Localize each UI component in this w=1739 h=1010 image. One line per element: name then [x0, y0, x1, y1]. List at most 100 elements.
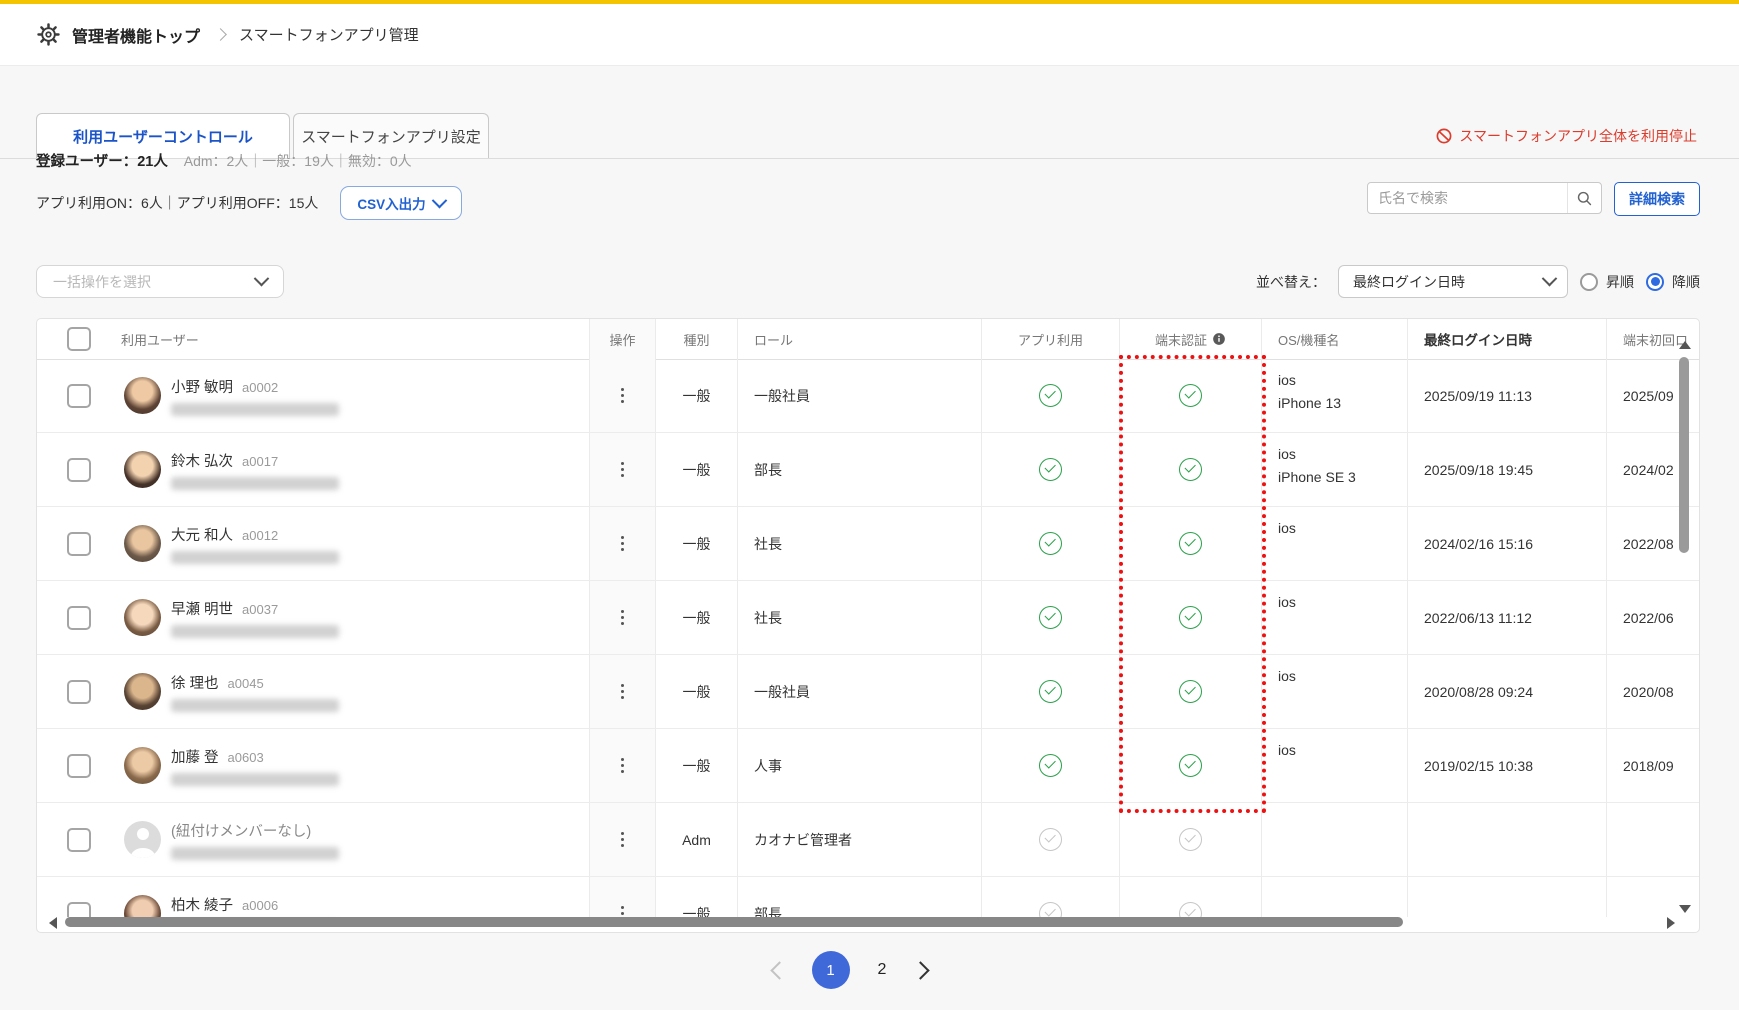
- avatar: [124, 599, 161, 636]
- col-type: 種別: [655, 319, 737, 359]
- user-code: a0002: [242, 380, 278, 395]
- sort-asc-label: 昇順: [1606, 272, 1634, 292]
- user-name: 大元 和人: [171, 528, 233, 544]
- user-table-card: 利用ユーザー 操作 種別 ロール アプリ利用 端末認証 OS/機種名 最終ログイ…: [36, 318, 1700, 933]
- scroll-left-arrow[interactable]: [49, 917, 57, 929]
- pagination-page-1[interactable]: 1: [812, 951, 850, 989]
- app-use-check-icon: [1039, 754, 1062, 777]
- row-checkbox[interactable]: [67, 828, 91, 852]
- avatar: [124, 525, 161, 562]
- kebab-menu-icon[interactable]: [613, 381, 633, 410]
- row-checkbox[interactable]: [67, 532, 91, 556]
- scroll-down-arrow[interactable]: [1679, 905, 1691, 913]
- user-name: 柏木 綾子: [171, 898, 233, 914]
- kebab-menu-icon[interactable]: [613, 677, 633, 706]
- registered-stats: 登録ユーザー：21人 Adm：2人｜一般：19人｜無効：0人: [36, 150, 412, 171]
- app-use-check-icon: [1039, 458, 1062, 481]
- csv-export-button[interactable]: CSV入出力: [340, 186, 461, 220]
- masked-email: [171, 477, 339, 490]
- col-user: 利用ユーザー: [121, 319, 589, 359]
- chevron-down-icon: [431, 192, 447, 208]
- vertical-scrollbar-thumb[interactable]: [1679, 357, 1689, 553]
- last-login: [1407, 803, 1606, 876]
- os-name: ios: [1278, 520, 1296, 536]
- sort-desc-radio[interactable]: [1646, 273, 1664, 291]
- user-type: 一般: [655, 507, 737, 580]
- row-checkbox[interactable]: [67, 680, 91, 704]
- user-code: a0037: [242, 602, 278, 617]
- avatar-placeholder: [124, 821, 161, 858]
- user-role: 人事: [737, 729, 981, 802]
- chevron-down-icon: [1542, 271, 1558, 287]
- table-body: 小野 敏明a0002 一般 一般社員 iosiPhone 13 2025/09/…: [37, 359, 1699, 917]
- user-type: 一般: [655, 433, 737, 506]
- sort-asc-radio[interactable]: [1580, 273, 1598, 291]
- kebab-menu-icon[interactable]: [613, 751, 633, 780]
- user-type: 一般: [655, 729, 737, 802]
- sort-key-select[interactable]: 最終ログイン日時: [1338, 265, 1568, 298]
- row-checkbox[interactable]: [67, 754, 91, 778]
- kebab-menu-icon[interactable]: [613, 529, 633, 558]
- last-login: 2025/09/19 11:13: [1407, 359, 1606, 432]
- breadcrumb-current: スマートフォンアプリ管理: [239, 24, 419, 45]
- user-code: a0006: [242, 898, 278, 913]
- table-row: 小野 敏明a0002 一般 一般社員 iosiPhone 13 2025/09/…: [37, 359, 1699, 433]
- advanced-search-button[interactable]: 詳細検索: [1614, 182, 1700, 216]
- pagination-prev-icon[interactable]: [770, 961, 788, 979]
- search-icon[interactable]: [1567, 183, 1601, 213]
- breadcrumb-separator-icon: [214, 28, 227, 41]
- sort-key-value: 最終ログイン日時: [1353, 272, 1465, 292]
- select-all-checkbox[interactable]: [67, 327, 91, 351]
- device-auth-check-icon: [1179, 532, 1202, 555]
- last-login: 2020/08/28 09:24: [1407, 655, 1606, 728]
- row-checkbox[interactable]: [67, 606, 91, 630]
- row-checkbox[interactable]: [67, 458, 91, 482]
- avatar: [124, 377, 161, 414]
- avatar: [124, 747, 161, 784]
- name-search: [1367, 182, 1602, 214]
- device-auth-check-icon: [1179, 458, 1202, 481]
- registered-count: 登録ユーザー：21人: [36, 154, 168, 170]
- search-input[interactable]: [1368, 190, 1567, 206]
- avatar: [124, 673, 161, 710]
- col-role: ロール: [737, 319, 981, 359]
- user-role: 部長: [737, 877, 981, 917]
- sort-label: 並べ替え：: [1256, 272, 1326, 292]
- col-actions: 操作: [589, 319, 655, 359]
- usage-stats-row: アプリ利用ON：6人｜アプリ利用OFF：15人 CSV入出力: [36, 186, 462, 220]
- main-area: 利用ユーザーコントロール スマートフォンアプリ設定 スマートフォンアプリ全体を利…: [0, 66, 1739, 1010]
- device-auth-check-icon: [1179, 754, 1202, 777]
- horizontal-scrollbar-thumb[interactable]: [65, 917, 1403, 927]
- info-icon[interactable]: [1212, 332, 1226, 346]
- last-login: 2024/02/16 15:16: [1407, 507, 1606, 580]
- os-name: ios: [1278, 446, 1296, 462]
- breadcrumb-root[interactable]: 管理者機能トップ: [72, 23, 200, 47]
- pagination-next-icon[interactable]: [912, 961, 930, 979]
- bulk-action-select[interactable]: 一括操作を選択: [36, 265, 284, 298]
- kebab-menu-icon[interactable]: [613, 825, 633, 854]
- kebab-menu-icon[interactable]: [613, 455, 633, 484]
- user-type: 一般: [655, 655, 737, 728]
- last-login: 2019/02/15 10:38: [1407, 729, 1606, 802]
- horizontal-scrollbar: [37, 915, 1699, 929]
- user-code: a0012: [242, 528, 278, 543]
- sort-controls: 並べ替え： 最終ログイン日時 昇順 降順: [1256, 265, 1700, 298]
- tab-app-settings-label: スマートフォンアプリ設定: [301, 126, 481, 147]
- user-name: 早瀬 明世: [171, 602, 233, 618]
- stop-all-label: スマートフォンアプリ全体を利用停止: [1459, 126, 1697, 146]
- scroll-up-arrow[interactable]: [1679, 341, 1691, 349]
- vertical-scrollbar: [1678, 341, 1690, 913]
- csv-export-label: CSV入出力: [357, 193, 425, 213]
- stop-all-link[interactable]: スマートフォンアプリ全体を利用停止: [1436, 126, 1697, 146]
- user-role: 一般社員: [737, 655, 981, 728]
- col-device-auth-label: 端末認証: [1155, 330, 1207, 349]
- kebab-menu-icon[interactable]: [613, 603, 633, 632]
- row-checkbox[interactable]: [67, 384, 91, 408]
- os-name: ios: [1278, 668, 1296, 684]
- pagination-page-2[interactable]: 2: [876, 957, 889, 983]
- scroll-right-arrow[interactable]: [1667, 917, 1675, 929]
- user-name: 鈴木 弘次: [171, 454, 233, 470]
- pagination: 1 2: [0, 951, 1700, 989]
- masked-email: [171, 699, 339, 712]
- user-code: a0603: [228, 750, 264, 765]
